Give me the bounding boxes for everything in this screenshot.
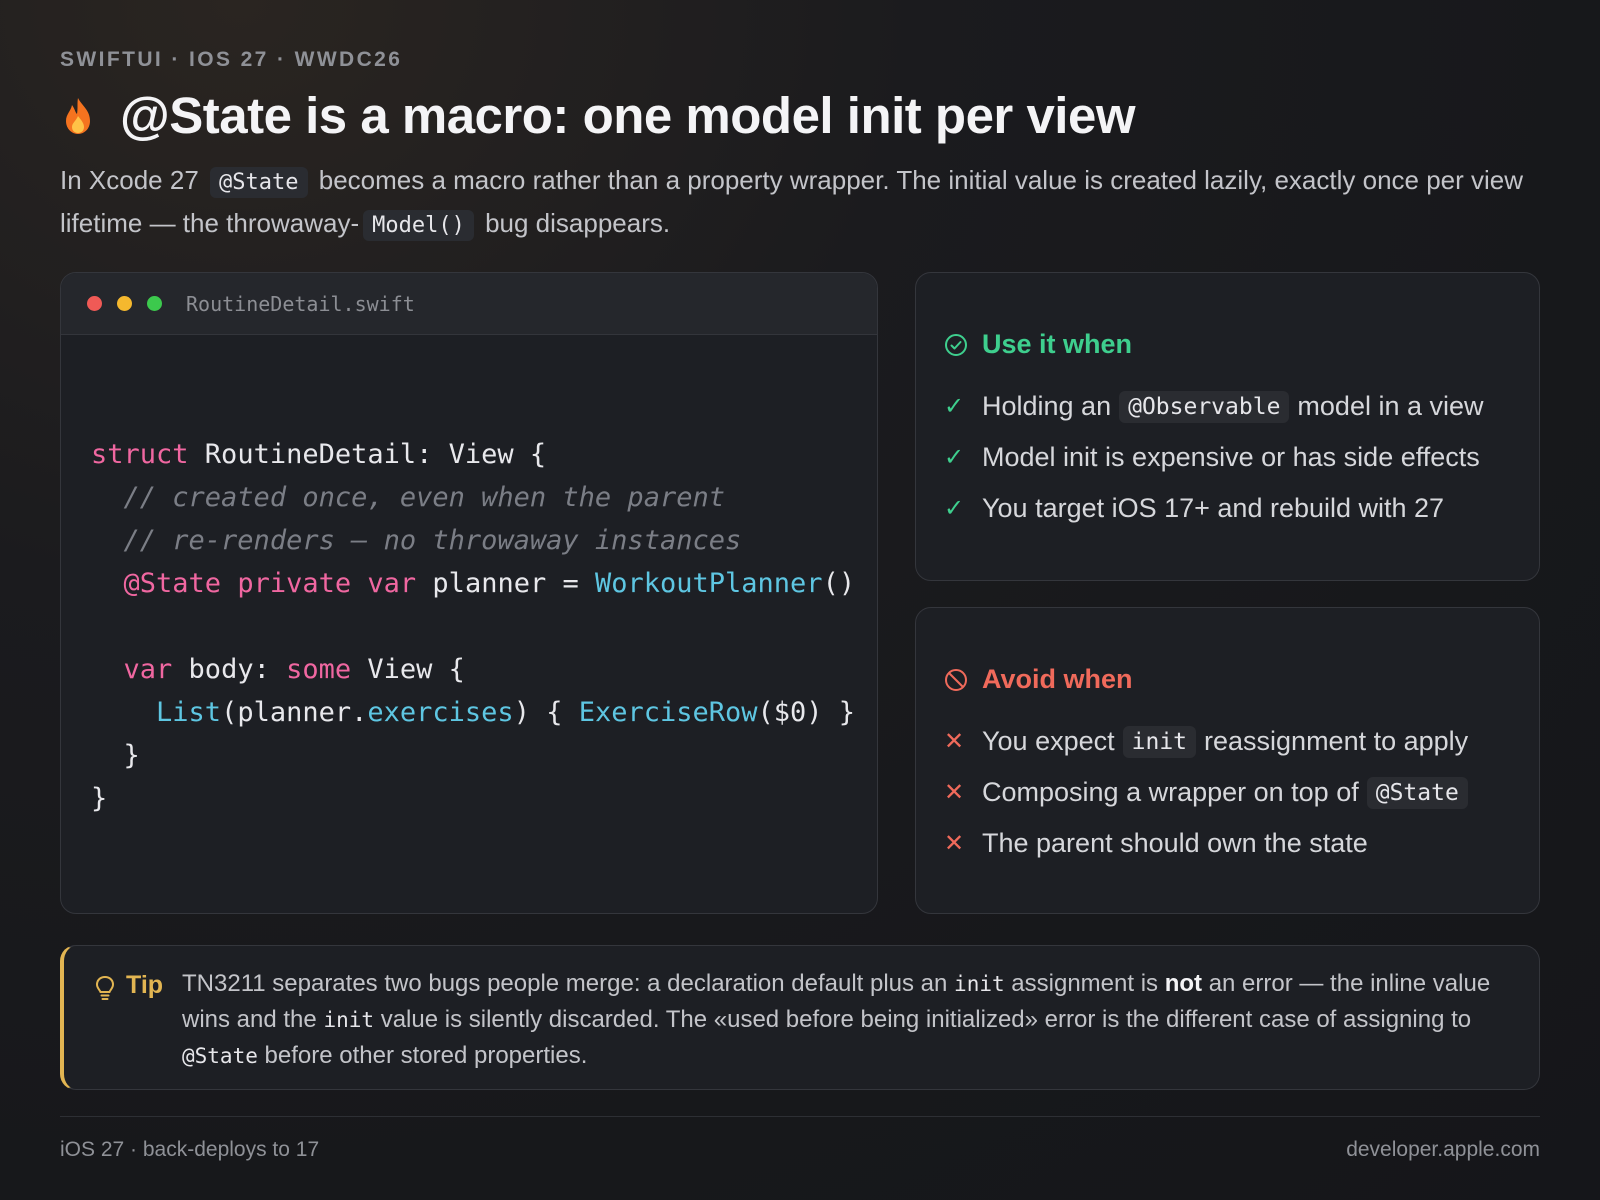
code-window-titlebar: RoutineDetail.swift xyxy=(61,273,877,335)
title-row: @State is a macro: one model init per vi… xyxy=(60,86,1136,145)
inline-code: @State xyxy=(210,167,308,198)
inline-code: @State xyxy=(1366,776,1468,809)
x-icon: ✕ xyxy=(944,728,965,755)
tip-segment: TN3211 separates two bugs people merge: … xyxy=(182,970,948,997)
inline-code: Model() xyxy=(363,210,474,241)
inline-code: init xyxy=(1122,725,1197,758)
x-icon: ✕ xyxy=(944,830,965,857)
close-window-button[interactable] xyxy=(87,296,102,311)
inline-code: @Observable xyxy=(1119,390,1290,423)
code-window: RoutineDetail.swift struct RoutineDetail… xyxy=(60,272,878,914)
item-text: You expect xyxy=(982,726,1115,756)
intro-text: bug disappears. xyxy=(485,208,671,238)
use-it-when-card: Use it when ✓ Holding an @Observable model … xyxy=(915,272,1540,581)
minimize-window-button[interactable] xyxy=(117,296,132,311)
inline-code: init xyxy=(954,972,1005,996)
intro-text: In Xcode 27 xyxy=(60,165,199,195)
item-text: Composing a wrapper on top of xyxy=(982,777,1359,807)
list-item: ✓ Model init is expensive or has side eff… xyxy=(944,432,1484,483)
check-icon: ✓ xyxy=(944,444,965,471)
code-filename: RoutineDetail.swift xyxy=(186,291,415,316)
list-item: ✕ Composing a wrapper on top of @State xyxy=(944,767,1476,818)
list-item: ✓ Holding an @Observable model in a view xyxy=(944,381,1484,432)
tip-text: TN3211 separates two bugs people merge: … xyxy=(182,966,1512,1074)
tip-segment: value is silently discarded. The «used b… xyxy=(380,1006,1472,1033)
item-text: Model init is expensive or has side effe… xyxy=(982,442,1480,472)
use-card-heading: Use it when xyxy=(944,329,1132,360)
footer-divider xyxy=(60,1116,1540,1117)
eyebrow: SWIFTUI · IOS 27 · WWDC26 xyxy=(60,48,403,71)
tip-callout: Tip TN3211 separates two bugs people mer… xyxy=(60,945,1540,1090)
code-line: struct RoutineDetail: View { xyxy=(91,439,547,470)
code-line: // re-renders — no throwaway instances xyxy=(123,525,742,556)
list-item: ✕ The parent should own the state xyxy=(944,818,1476,869)
avoid-card-title: Avoid when xyxy=(982,664,1133,694)
code-line: var body: some View { xyxy=(123,654,465,685)
check-icon: ✓ xyxy=(944,495,965,522)
item-text: The parent should own the state xyxy=(982,828,1368,858)
item-text: reassignment to apply xyxy=(1204,726,1469,756)
item-text: model in a view xyxy=(1297,391,1484,421)
page-title: @State is a macro: one model init per vi… xyxy=(120,87,1136,144)
footer-platform-note: iOS 27 · back-deploys to 17 xyxy=(60,1138,320,1161)
tip-label: Tip xyxy=(126,971,164,999)
tip-segment: assignment is xyxy=(1011,970,1159,997)
check-icon: ✓ xyxy=(944,393,965,420)
code-line: @State private var planner = WorkoutPlan… xyxy=(123,568,856,599)
avoid-when-card: Avoid when ✕ You expect init reassignment t… xyxy=(915,607,1540,914)
item-text: Holding an xyxy=(982,391,1112,421)
tip-segment: before other stored properties. xyxy=(264,1042,588,1069)
list-item: ✓ You target iOS 17+ and rebuild with 27 xyxy=(944,483,1484,534)
avoid-card-list: ✕ You expect init reassignment to apply ✕ Co… xyxy=(944,716,1476,869)
use-card-title: Use it when xyxy=(982,329,1133,359)
tip-emphasis: not xyxy=(1164,970,1203,997)
code-line: } xyxy=(91,783,108,814)
zoom-window-button[interactable] xyxy=(147,296,162,311)
code-line: List(planner.exercises) { ExerciseRow($0… xyxy=(156,697,856,728)
x-icon: ✕ xyxy=(944,779,965,806)
code-line: // created once, even when the parent xyxy=(123,482,725,513)
prohibited-icon xyxy=(945,668,967,691)
use-card-list: ✓ Holding an @Observable model in a view ✓ M… xyxy=(944,381,1484,534)
lightbulb-icon xyxy=(95,975,115,1000)
code-line: } xyxy=(91,740,140,771)
inline-code: init xyxy=(323,1008,375,1032)
intro-paragraph: In Xcode 27 @State becomes a macro rathe… xyxy=(60,160,1550,246)
avoid-card-heading: Avoid when xyxy=(944,664,1133,695)
code-block: struct RoutineDetail: View { // created … xyxy=(91,433,855,820)
flame-icon xyxy=(66,97,90,134)
list-item: ✕ You expect init reassignment to apply xyxy=(944,716,1476,767)
item-text: You target iOS 17+ and rebuild with 27 xyxy=(982,493,1445,523)
footer-source-link[interactable]: developer.apple.com xyxy=(1346,1138,1540,1162)
inline-code: @State xyxy=(182,1044,258,1068)
check-circle-icon xyxy=(945,333,967,356)
